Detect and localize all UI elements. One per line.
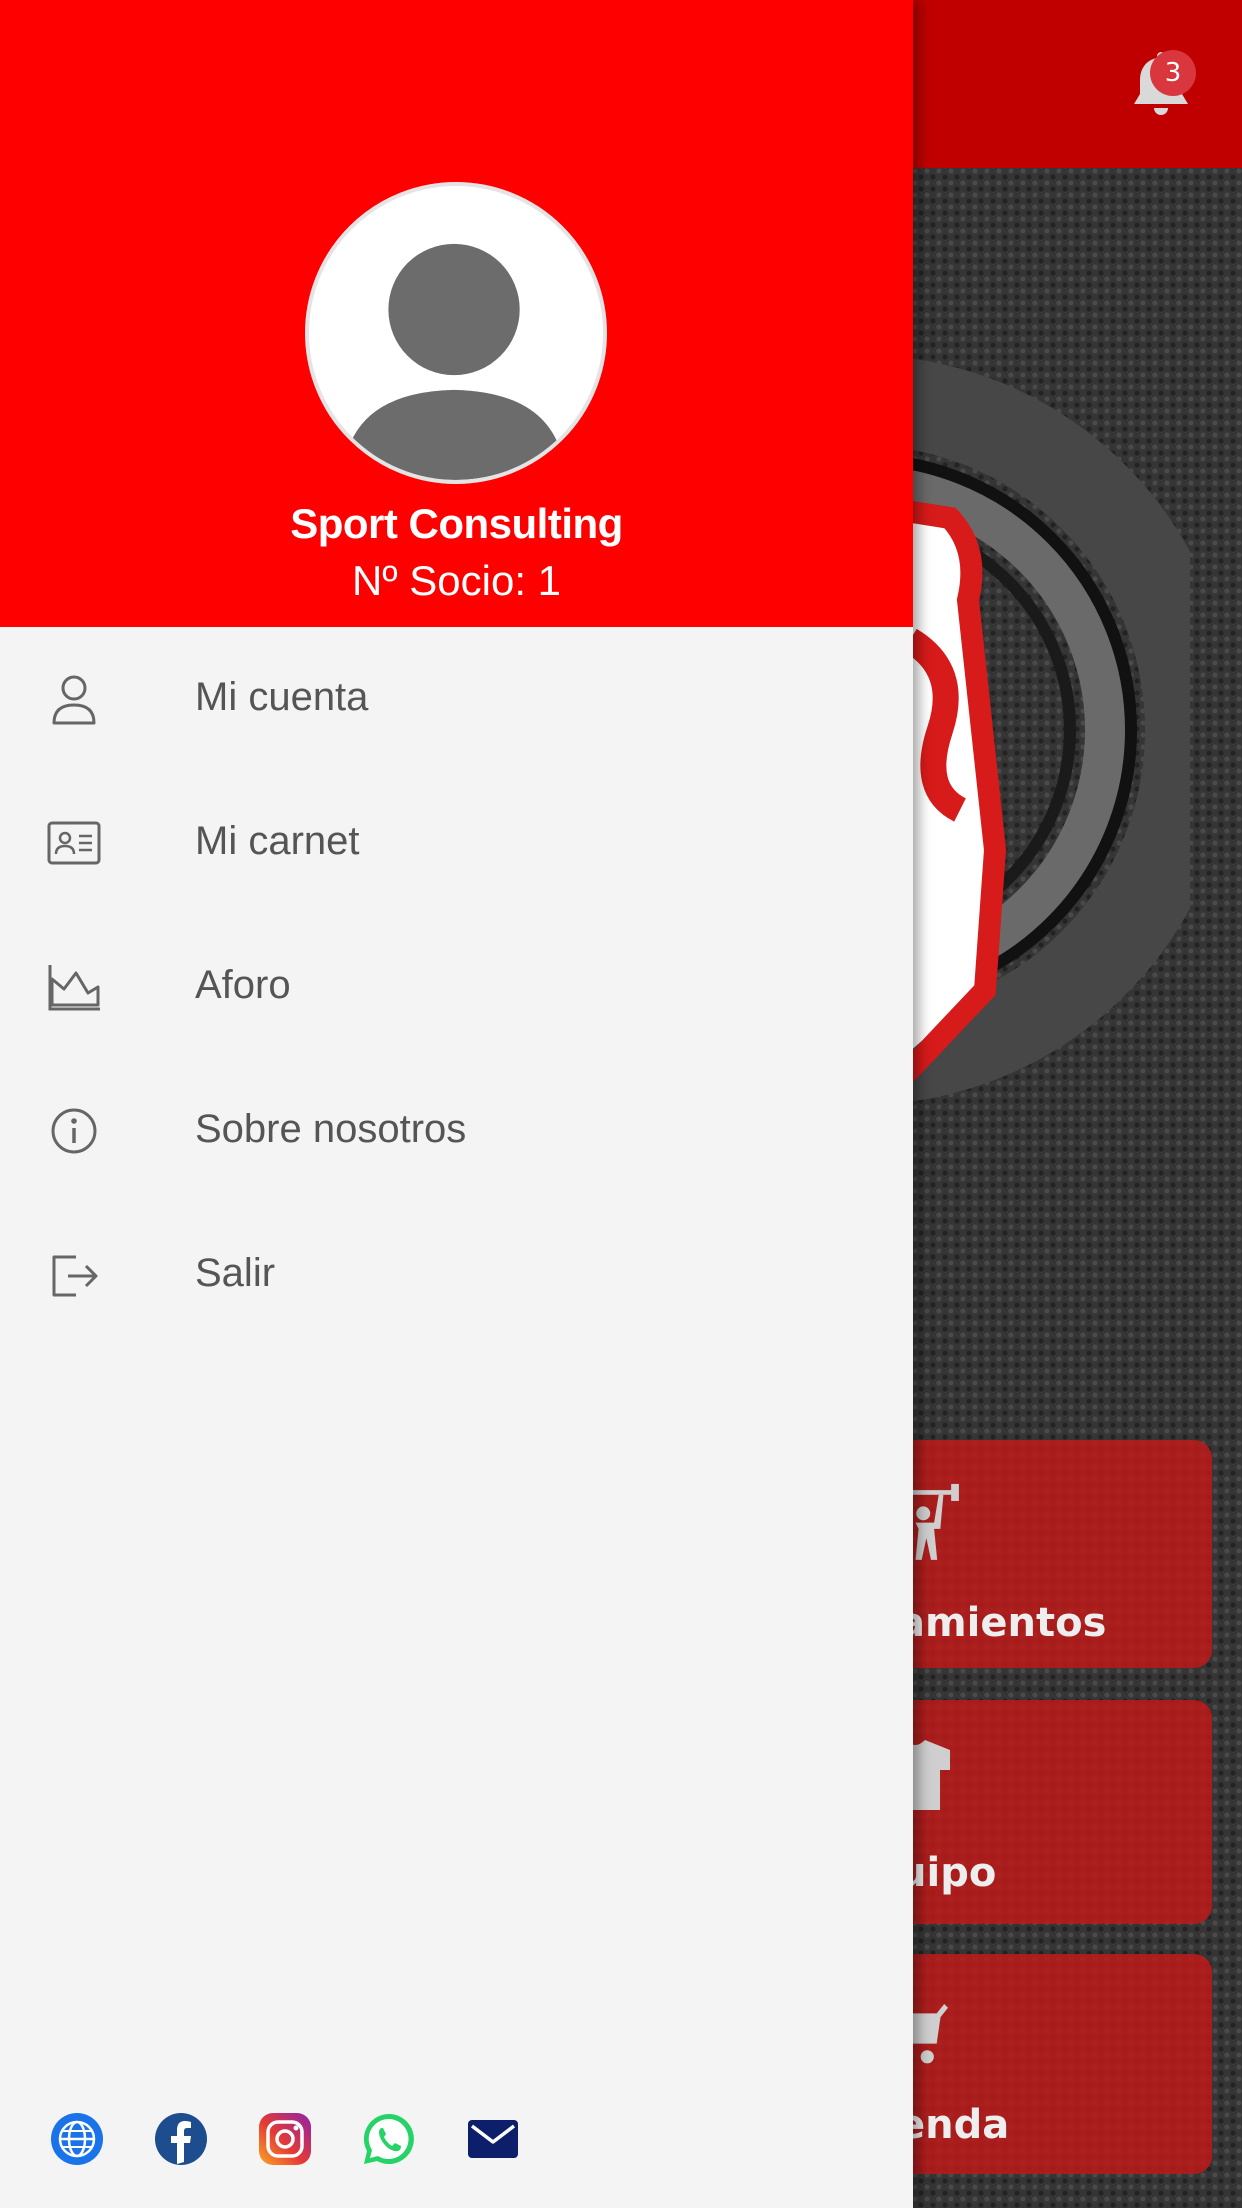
social-links xyxy=(0,2110,913,2174)
menu-label: Mi carnet xyxy=(195,819,360,863)
facebook-icon[interactable] xyxy=(152,2110,210,2168)
tile-tienda[interactable]: enda xyxy=(880,1954,1212,2174)
instagram-icon[interactable] xyxy=(256,2110,314,2168)
menu-label: Sobre nosotros xyxy=(195,1107,467,1151)
user-avatar-icon xyxy=(305,182,607,484)
menu-label: Salir xyxy=(195,1251,276,1295)
tile-entrenamientos[interactable]: amientos xyxy=(880,1440,1212,1668)
menu-label: Aforo xyxy=(195,963,291,1007)
navigation-drawer: Sport Consulting Nº Socio: 1 Mi cuenta M… xyxy=(0,0,913,2208)
info-icon xyxy=(51,1108,97,1154)
id-card-icon xyxy=(47,821,101,865)
area-chart-icon xyxy=(48,965,100,1011)
member-number: Nº Socio: 1 xyxy=(351,557,562,604)
whatsapp-icon[interactable] xyxy=(360,2110,418,2168)
notification-badge: 3 xyxy=(1150,50,1196,96)
menu-item-sobre-nosotros[interactable]: Sobre nosotros xyxy=(0,1059,913,1203)
tile-label: uipo xyxy=(898,1850,997,1896)
menu-item-salir[interactable]: Salir xyxy=(0,1203,913,1347)
user-icon xyxy=(52,675,96,725)
tile-label: amientos xyxy=(898,1600,1107,1646)
globe-icon[interactable] xyxy=(48,2110,106,2168)
tile-label: enda xyxy=(898,2102,1010,2148)
tile-equipo[interactable]: uipo xyxy=(880,1700,1212,1924)
menu-item-mi-carnet[interactable]: Mi carnet xyxy=(0,771,913,915)
menu-label: Mi cuenta xyxy=(195,675,369,719)
drawer-header: Sport Consulting Nº Socio: 1 xyxy=(0,0,913,627)
user-name: Sport Consulting xyxy=(290,500,623,547)
menu-item-aforo[interactable]: Aforo xyxy=(0,915,913,1059)
mail-icon[interactable] xyxy=(464,2110,522,2168)
menu-item-mi-cuenta[interactable]: Mi cuenta xyxy=(0,627,913,771)
logout-icon xyxy=(52,1255,98,1297)
